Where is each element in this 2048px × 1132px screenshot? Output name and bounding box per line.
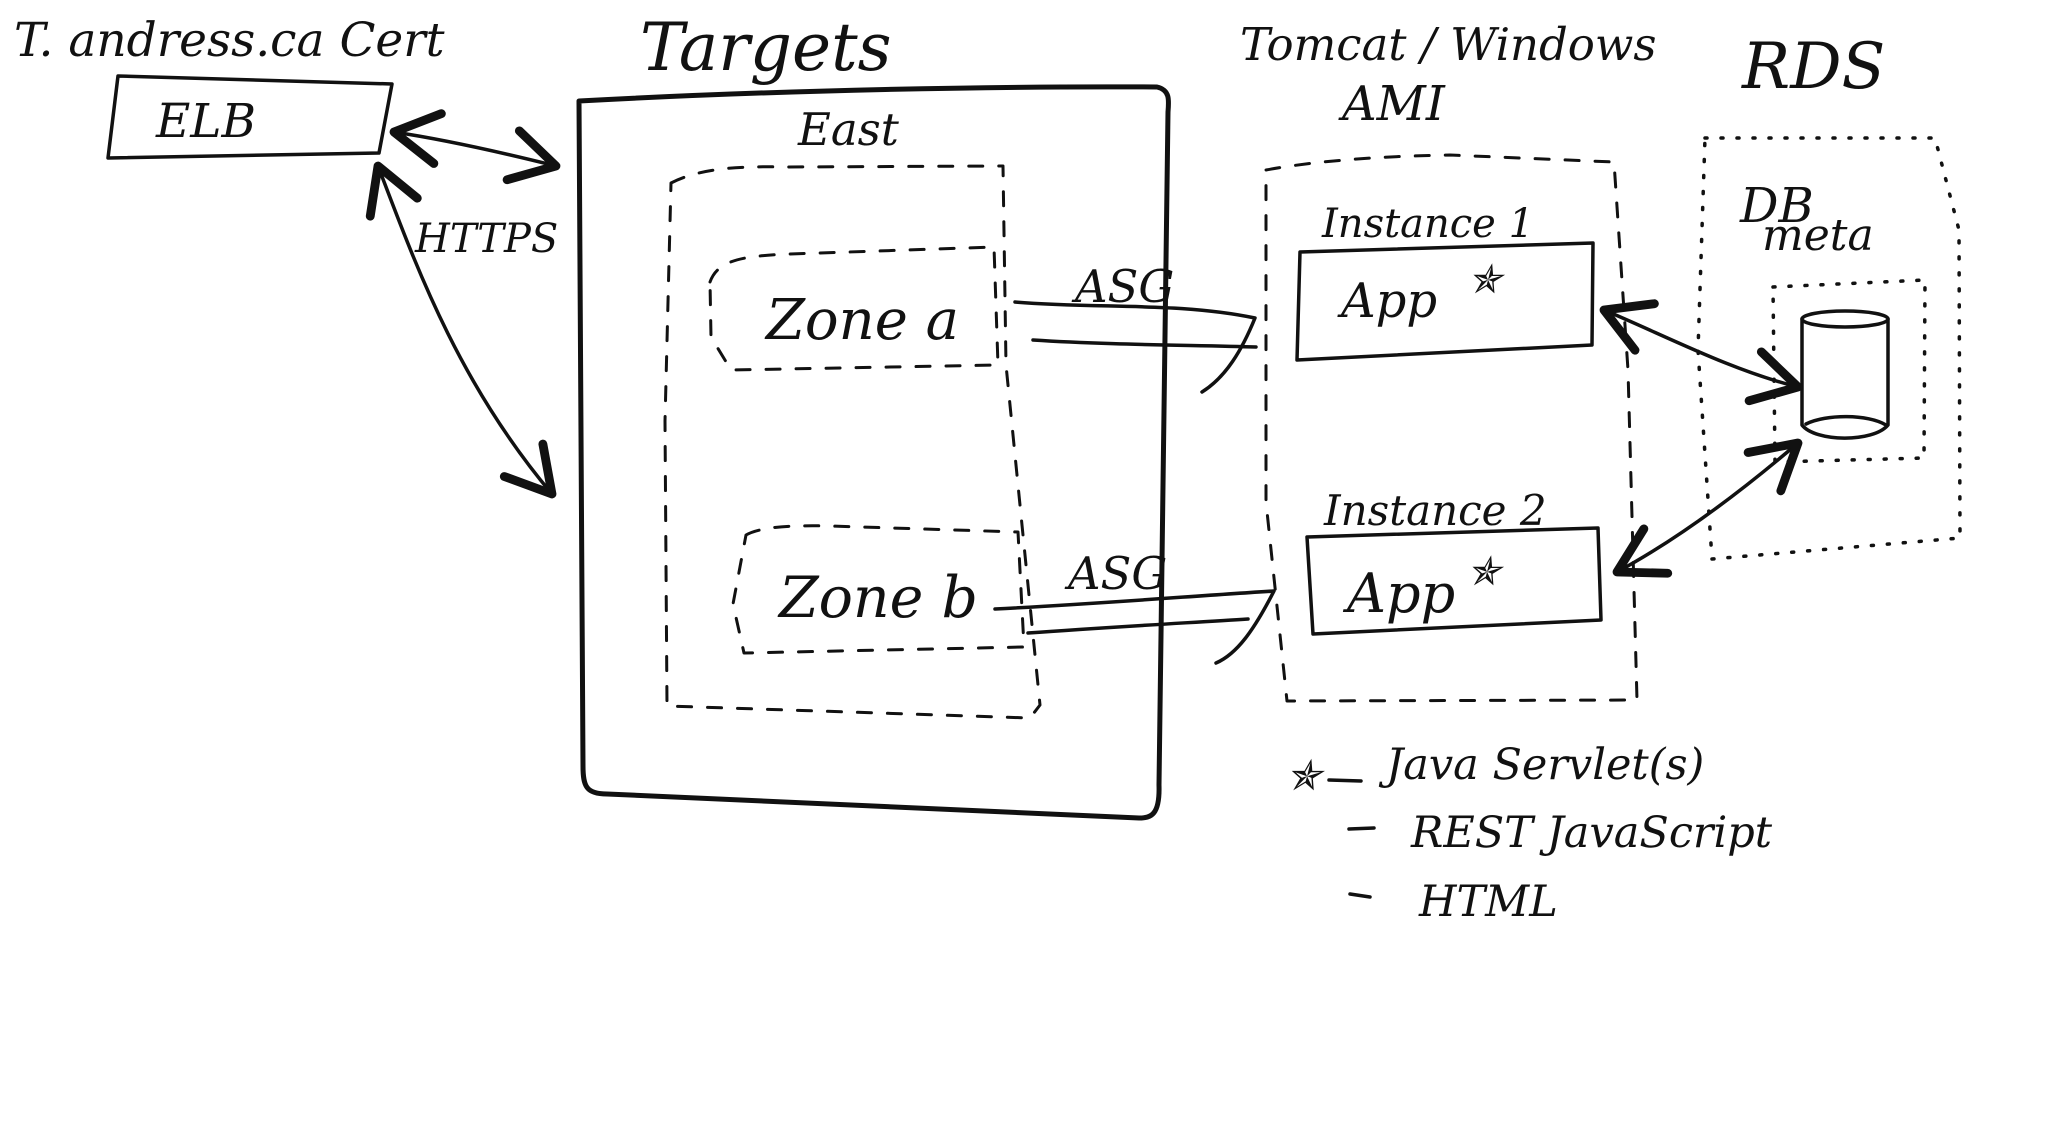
legend: ✯ Java Servlet(s) REST JavaScript HTML	[1286, 740, 1773, 927]
instance1-to-db-arrow	[1599, 299, 1803, 406]
zone-a-label: Zone a	[764, 288, 959, 353]
legend-star-icon: ✯	[1286, 751, 1325, 800]
cert-label: T. andress.ca Cert	[14, 13, 445, 68]
asg-top-connector-lower	[1031, 338, 1258, 349]
db-meta-boundary	[1771, 278, 1927, 464]
asg-bottom-connector-lower	[1026, 617, 1250, 635]
asg-bottom-label: ASG	[1064, 547, 1167, 600]
instance-2-label: Instance 2	[1323, 486, 1547, 535]
targets-group: East Zone a Zone b ASG ASG	[576, 84, 1276, 821]
legend-item-2: REST JavaScript	[1410, 808, 1773, 858]
targets-boundary	[576, 84, 1172, 821]
app-2-label: App	[1342, 562, 1455, 625]
legend-item-3: HTML	[1418, 877, 1558, 927]
rds-group: DB meta	[1599, 136, 1962, 578]
rds-label: RDS	[1741, 30, 1885, 104]
ami-label: AMI	[1338, 76, 1446, 132]
legend-item-1: Java Servlet(s)	[1378, 740, 1704, 790]
targets-title: Targets	[640, 9, 892, 86]
architecture-diagram: T. andress.ca Cert Targets Tomcat / Wind…	[14, 9, 1962, 927]
legend-dash-3	[1348, 892, 1372, 899]
east-label: East	[797, 103, 900, 156]
elb-label: ELB	[155, 94, 256, 149]
rds-boundary	[1696, 136, 1962, 561]
ami-group: Instance 1 App ✯ Instance 2 App ✯	[1264, 153, 1639, 703]
app-1-label: App	[1337, 273, 1437, 329]
elb-node: ELB	[106, 74, 394, 160]
asg-top-label: ASG	[1071, 260, 1174, 313]
legend-dash-1	[1327, 778, 1363, 783]
https-label: HTTPS	[414, 216, 558, 262]
database-cylinder-icon	[1800, 309, 1890, 440]
tomcat-windows-label: Tomcat / Windows	[1240, 18, 1657, 71]
instance-1-label: Instance 1	[1321, 201, 1534, 247]
legend-dash-2	[1347, 826, 1376, 831]
zone-b-label: Zone b	[777, 565, 978, 631]
meta-label: meta	[1762, 210, 1874, 261]
elb-to-targets-upper-arrow	[389, 109, 561, 185]
instance2-to-db-arrow	[1612, 438, 1803, 578]
app-2-star-icon: ✯	[1467, 549, 1505, 595]
app-1-star-icon: ✯	[1468, 257, 1506, 303]
